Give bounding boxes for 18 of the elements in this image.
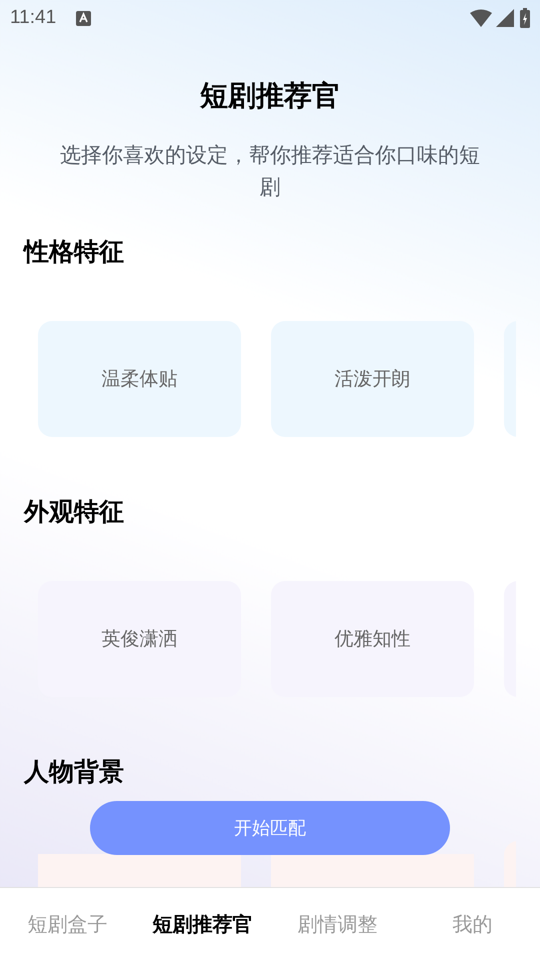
signal-icon — [496, 9, 514, 27]
battery-icon — [520, 8, 530, 28]
section-title: 性格特征 — [24, 236, 125, 268]
nav-tab[interactable]: 短剧盒子 — [0, 888, 135, 960]
nav-tab[interactable]: 短剧推荐官 — [135, 888, 270, 960]
wifi-icon — [470, 9, 492, 27]
keyboard-icon — [76, 10, 92, 26]
option-card[interactable]: 温柔体贴 — [38, 321, 241, 437]
status-time: 11:41 — [10, 6, 56, 30]
page-title: 短剧推荐官 — [198, 78, 341, 114]
start-match-button[interactable]: 开始匹配 — [90, 801, 450, 855]
section-title: 外观特征 — [24, 496, 125, 528]
section-title: 人物背景 — [24, 756, 125, 788]
nav-tab[interactable]: 我的 — [405, 888, 540, 960]
option-card[interactable]: 活泼开朗 — [271, 321, 474, 437]
option-card[interactable]: 优雅知性 — [271, 581, 474, 697]
nav-tab[interactable]: 剧情调整 — [270, 888, 405, 960]
page-subtitle: 选择你喜欢的设定，帮你推荐适合你口味的短剧 — [59, 142, 481, 201]
